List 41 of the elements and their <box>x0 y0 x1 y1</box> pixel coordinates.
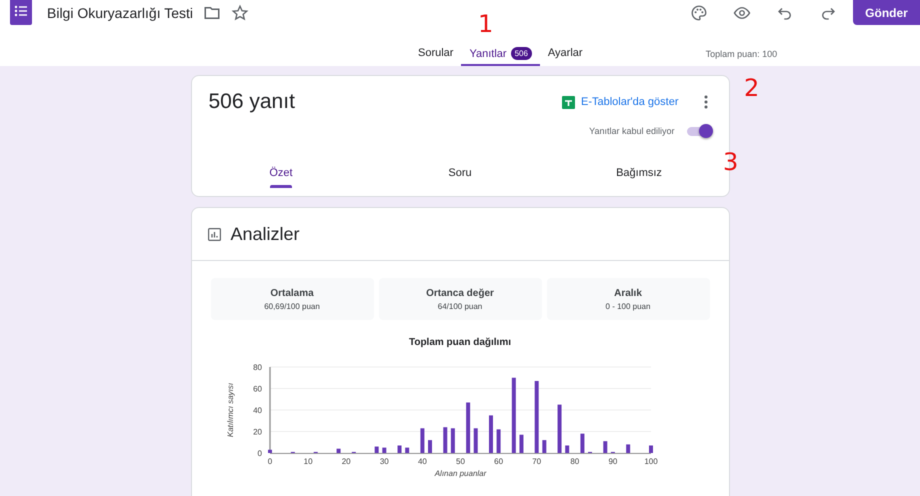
x-tick-label: 90 <box>608 457 617 466</box>
annotation-number: 3 <box>723 148 738 176</box>
x-tick-label: 100 <box>644 457 658 466</box>
tab[interactable]: Sorular <box>410 47 462 66</box>
form-title[interactable]: Bilgi Okuryazarlığı Testi <box>47 5 194 21</box>
y-tick-label: 60 <box>252 384 262 394</box>
count-badge: 506 <box>510 47 532 60</box>
x-tick-label: 50 <box>456 457 464 466</box>
accepting-label: Yanıtlar kabul ediliyor <box>589 126 674 136</box>
stat-value: 60,69/100 puan <box>264 302 320 310</box>
send-button[interactable]: Gönder <box>853 0 920 25</box>
total-points: Toplam puan: 100 <box>706 49 778 61</box>
view-tab[interactable]: Soru <box>370 167 550 196</box>
x-tick-label: 80 <box>570 457 579 466</box>
x-tick-label: 60 <box>494 457 503 466</box>
y-tick-label: 0 <box>257 449 262 458</box>
view-tab[interactable]: Özet <box>192 167 370 196</box>
y-tick-label: 40 <box>252 406 262 415</box>
insights-title: Analizler <box>230 224 300 244</box>
x-tick-label: 70 <box>532 457 541 466</box>
y-tick-label: 80 <box>252 363 262 372</box>
annotation-number: 1 <box>478 10 494 38</box>
stat-label: Aralık <box>614 288 642 298</box>
y-tick-label: 20 <box>252 428 262 436</box>
stat-value: 0 - 100 puan <box>606 302 650 310</box>
annotation-number: 2 <box>744 74 760 102</box>
x-tick-label: 0 <box>267 457 272 466</box>
stat-label: Ortalama <box>270 288 314 298</box>
tab[interactable]: Ayarlar <box>540 47 591 66</box>
stat-value: 64/100 puan <box>438 302 482 310</box>
stat-label: Ortanca değer <box>426 288 494 298</box>
y-axis-title: Katılımcı sayısı <box>226 382 234 438</box>
chart-title: Toplam puan dağılımı <box>408 337 512 348</box>
sheets-link[interactable]: E-Tablolar'da göster <box>562 96 678 108</box>
x-tick-label: 40 <box>417 457 426 466</box>
x-axis-title: Alınan puanlar <box>434 469 486 478</box>
x-tick-label: 10 <box>303 457 312 466</box>
tab[interactable]: Yanıtlar 506 <box>461 47 540 66</box>
x-tick-label: 30 <box>379 457 388 466</box>
responses-count: 506 yanıt <box>208 90 296 114</box>
x-tick-label: 20 <box>341 457 350 466</box>
